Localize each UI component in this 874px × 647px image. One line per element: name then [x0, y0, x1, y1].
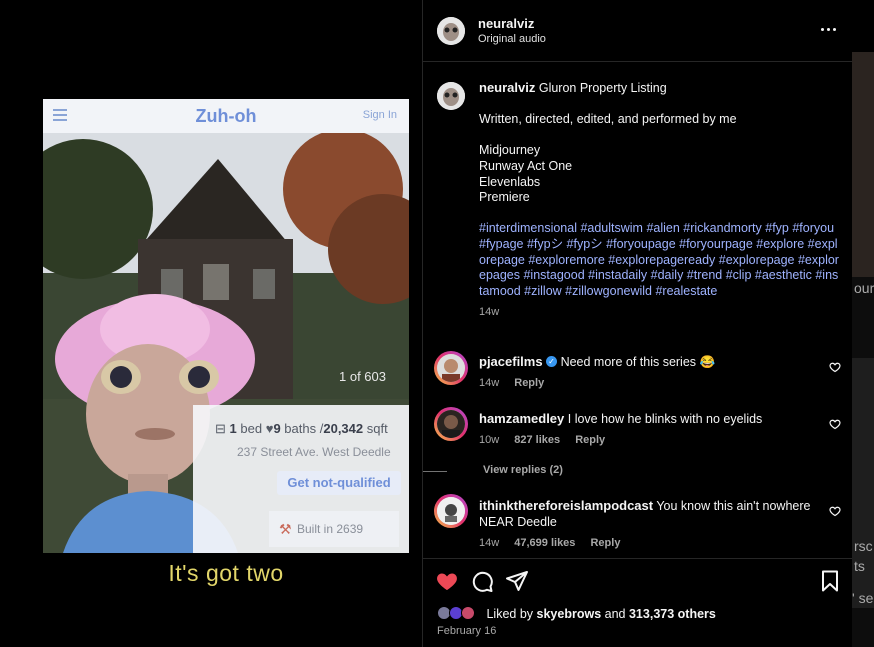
caption-tool: Midjourney	[479, 143, 541, 158]
comment-icon[interactable]	[470, 569, 494, 593]
author-username[interactable]: neuralviz	[478, 16, 534, 31]
podcast-avatar-icon	[437, 497, 465, 525]
caption-tool: Runway Act One	[479, 158, 573, 173]
peek-text: ts	[854, 558, 865, 574]
reply-button[interactable]: Reply	[575, 434, 605, 446]
comment-text: I love how he blinks with no eyelids	[567, 412, 763, 426]
caption-tool: Elevenlabs	[479, 174, 541, 189]
commenter-avatar[interactable]	[437, 410, 465, 438]
comment-likes[interactable]: 47,699 likes	[514, 537, 575, 549]
peek-text: ' se	[852, 590, 874, 606]
person-avatar-icon	[437, 354, 465, 382]
likes-others[interactable]: 313,373 others	[629, 607, 716, 621]
verified-icon	[546, 354, 558, 370]
share-icon[interactable]	[505, 569, 529, 593]
bookmark-icon[interactable]	[818, 569, 842, 593]
caption-title: Gluron Property Listing	[538, 81, 667, 95]
comment-age: 14w	[479, 377, 500, 389]
audio-label[interactable]: Original audio	[478, 33, 546, 45]
like-comment-heart-icon[interactable]	[829, 418, 841, 430]
caption-username[interactable]: neuralviz	[479, 80, 535, 95]
caption-hashtags[interactable]: #interdimensional #adultswim #alien #ric…	[479, 221, 841, 299]
video-frame[interactable]: Zuh-oh Sign In 1 of 603 ⊟ 1 bed ♥9 baths…	[43, 99, 409, 553]
beds-value: 1	[229, 421, 237, 436]
post-caption: neuralviz Gluron Property Listing Writte…	[479, 80, 841, 321]
built-year: Built in 2639	[269, 511, 399, 547]
peek-thumbnail	[852, 52, 874, 277]
alien-avatar-icon	[437, 82, 465, 110]
likes-joiner: and	[604, 607, 626, 621]
baths-value: 9	[273, 421, 281, 436]
caption-tool: Premiere	[479, 190, 530, 205]
post-header: neuralviz Original audio	[423, 0, 853, 62]
comment-age: 10w	[479, 434, 500, 446]
next-post-peek[interactable]: our rsc ts ' se	[852, 52, 874, 647]
reply-button[interactable]: Reply	[514, 377, 544, 389]
liked-by-user[interactable]: skyebrows	[537, 607, 602, 621]
sqft-label: sqft	[366, 421, 388, 436]
baths-label: baths	[284, 421, 317, 436]
video-subtitle: It's got two	[168, 560, 284, 586]
liker-avatars	[437, 606, 481, 620]
photo-counter: 1 of 603	[339, 369, 386, 384]
sign-in-link[interactable]: Sign In	[363, 109, 397, 121]
person-avatar-icon	[437, 410, 465, 438]
peek-text: our	[854, 280, 874, 296]
commenter-avatar[interactable]	[437, 497, 465, 525]
post-date: February 16	[437, 625, 497, 637]
likes-summary: Liked by skyebrows and 313,373 others	[437, 606, 716, 621]
heart-icon[interactable]	[435, 569, 459, 593]
more-options-button[interactable]	[821, 22, 837, 38]
like-comment-heart-icon[interactable]	[829, 361, 841, 373]
view-replies-button[interactable]: View replies (2)	[423, 464, 563, 476]
listing-card: ⊟ 1 bed ♥9 baths /20,342 sqft 237 Street…	[193, 405, 409, 553]
author-avatar[interactable]	[437, 17, 465, 45]
comment-likes[interactable]: 827 likes	[514, 434, 560, 446]
reply-button[interactable]: Reply	[590, 537, 620, 549]
beds-label: bed	[240, 421, 263, 436]
listing-address: 237 Street Ave. West Deedle	[237, 445, 391, 459]
commenter-username[interactable]: ithinkthereforeislampodcast	[479, 498, 653, 513]
peek-text: rsc	[854, 538, 873, 554]
caption-credit: Written, directed, edited, and performed…	[479, 112, 737, 127]
sqft-value: 20,342	[323, 421, 364, 436]
comment-text: Need more of this series 😂	[560, 355, 716, 369]
app-title: Zuh-oh	[195, 106, 257, 126]
likes-prefix: Liked by	[486, 607, 534, 621]
app-header: Zuh-oh Sign In	[43, 99, 409, 133]
caption-avatar[interactable]	[437, 82, 465, 110]
post-panel: neuralviz Original audio neuralviz Gluro…	[422, 0, 853, 647]
action-bar: Liked by skyebrows and 313,373 others Fe…	[423, 558, 853, 647]
commenter-username[interactable]: pjacefilms	[479, 354, 543, 369]
bed-icon: ⊟	[215, 421, 226, 436]
listing-specs: ⊟ 1 bed ♥9 baths /20,342 sqft	[215, 421, 388, 436]
commenter-username[interactable]: hamzamedley	[479, 411, 564, 426]
like-comment-heart-icon[interactable]	[829, 505, 841, 517]
get-not-qualified-button: Get not-qualified	[277, 471, 401, 495]
reel-media[interactable]: Zuh-oh Sign In 1 of 603 ⊟ 1 bed ♥9 baths…	[0, 0, 422, 647]
caption-age: 14w	[479, 306, 500, 319]
commenter-avatar[interactable]	[437, 354, 465, 382]
alien-avatar-icon	[437, 17, 465, 45]
comment-age: 14w	[479, 537, 500, 549]
